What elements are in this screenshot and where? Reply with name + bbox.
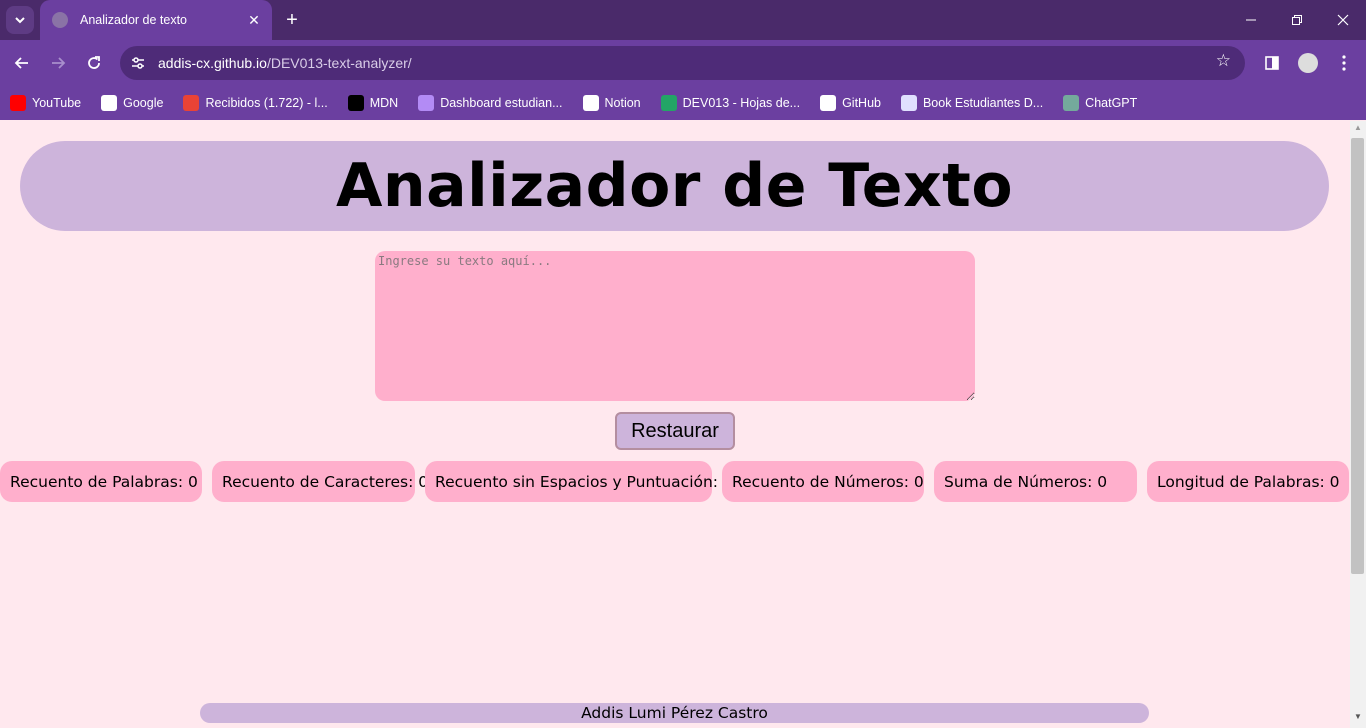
address-bar[interactable]: addis-cx.github.io/DEV013-text-analyzer/… <box>120 46 1245 80</box>
bookmark-label: Book Estudiantes D... <box>922 96 1044 110</box>
metric-char-count-no-spaces: Recuento sin Espacios y Puntuación: 0 <box>425 461 733 502</box>
site-info-icon[interactable] <box>126 51 150 75</box>
google-icon <box>101 95 118 111</box>
book-icon <box>900 95 917 111</box>
bookmark-label: DEV013 - Hojas de... <box>682 96 801 110</box>
back-button[interactable] <box>10 51 34 75</box>
window-controls <box>1228 0 1366 40</box>
mdn-icon <box>347 95 364 111</box>
restore-button[interactable] <box>1274 0 1320 40</box>
url-text: addis-cx.github.io/DEV013-text-analyzer/ <box>158 55 412 71</box>
page-header: Analizador de Texto <box>20 141 1329 231</box>
bookmarks-bar: YouTube Google Recibidos (1.722) - l... MDN… <box>0 86 1366 120</box>
arrow-left-icon <box>14 57 28 69</box>
close-icon[interactable]: ✕ <box>242 12 266 29</box>
metric-number-sum: Suma de Números: 0 <box>934 461 1137 502</box>
bookmark-label: Google <box>123 96 164 110</box>
scroll-up-icon[interactable]: ▲ <box>1350 123 1366 137</box>
bookmark-star-icon[interactable]: ☆ <box>1216 51 1231 71</box>
gmail-icon <box>183 95 200 111</box>
bookmark-item[interactable]: DEV013 - Hojas de... <box>660 95 801 111</box>
page-footer: Addis Lumi Pérez Castro <box>200 703 1149 723</box>
metric-number-count: Recuento de Números: 0 <box>722 461 924 502</box>
reload-button[interactable] <box>82 51 106 75</box>
bookmark-item[interactable]: Recibidos (1.722) - l... <box>183 95 328 111</box>
chatgpt-icon <box>1063 95 1080 111</box>
bookmark-label: GitHub <box>842 96 881 110</box>
tab-search-button[interactable] <box>6 6 34 34</box>
profile-avatar[interactable] <box>1298 53 1318 73</box>
scrollbar-thumb[interactable] <box>1351 138 1364 574</box>
metric-word-length: Longitud de Palabras: 0 <box>1147 461 1349 502</box>
bookmark-label: ChatGPT <box>1085 96 1138 110</box>
url-path: /DEV013-text-analyzer/ <box>266 55 412 71</box>
close-icon <box>1337 14 1349 26</box>
bookmark-item[interactable]: ChatGPT <box>1063 95 1137 111</box>
new-tab-button[interactable]: + <box>280 8 304 32</box>
sheets-icon <box>660 95 677 111</box>
text-input[interactable] <box>375 251 975 401</box>
side-panel-button[interactable] <box>1260 51 1284 75</box>
close-window-button[interactable] <box>1320 0 1366 40</box>
bookmark-item[interactable]: Notion <box>582 95 641 111</box>
bookmark-item[interactable]: Google <box>101 95 163 111</box>
tab-title: Analizador de texto <box>80 13 188 27</box>
metric-character-count: Recuento de Caracteres: 0 <box>212 461 428 502</box>
forward-button[interactable] <box>46 51 70 75</box>
active-tab[interactable]: Analizador de texto ✕ <box>40 0 272 40</box>
bookmark-item[interactable]: MDN <box>347 95 399 111</box>
bookmark-label: Notion <box>604 96 641 110</box>
bookmark-item[interactable]: YouTube <box>10 95 81 111</box>
vertical-scrollbar[interactable]: ▲ ▼ <box>1350 121 1366 728</box>
reset-button[interactable]: Restaurar <box>615 412 735 450</box>
side-panel-icon <box>1265 56 1279 70</box>
notion-icon <box>582 95 599 111</box>
bookmark-item[interactable]: GitHub <box>820 95 881 111</box>
page-title: Analizador de Texto <box>335 151 1014 221</box>
scroll-down-icon[interactable]: ▼ <box>1350 712 1366 726</box>
browser-toolbar: addis-cx.github.io/DEV013-text-analyzer/… <box>0 40 1366 86</box>
bookmark-label: MDN <box>369 96 399 110</box>
bookmark-label: YouTube <box>32 96 82 110</box>
minimize-button[interactable] <box>1228 0 1274 40</box>
laboratoria-icon <box>418 95 435 111</box>
reload-icon <box>88 56 100 69</box>
metrics-list: Recuento de Palabras: 0 Recuento de Cara… <box>0 461 1350 503</box>
github-icon <box>820 95 837 111</box>
tab-strip: Analizador de texto ✕ + <box>0 0 1366 40</box>
arrow-right-icon <box>52 57 66 69</box>
url-host: addis-cx.github.io <box>158 55 267 71</box>
bookmark-item[interactable]: Dashboard estudian... <box>418 95 563 111</box>
more-vert-icon <box>1342 55 1346 71</box>
bookmark-label: Recibidos (1.722) - l... <box>205 96 328 110</box>
restore-icon <box>1292 15 1302 25</box>
page-content: Analizador de Texto Restaurar Recuento d… <box>0 121 1350 728</box>
menu-button[interactable] <box>1332 51 1356 75</box>
chevron-down-icon <box>15 17 25 24</box>
minimize-icon <box>1246 19 1256 21</box>
bookmark-label: Dashboard estudian... <box>440 96 563 110</box>
favicon-icon <box>52 12 68 28</box>
metric-word-count: Recuento de Palabras: 0 <box>0 461 202 502</box>
youtube-icon <box>10 95 26 111</box>
bookmark-item[interactable]: Book Estudiantes D... <box>900 95 1044 111</box>
